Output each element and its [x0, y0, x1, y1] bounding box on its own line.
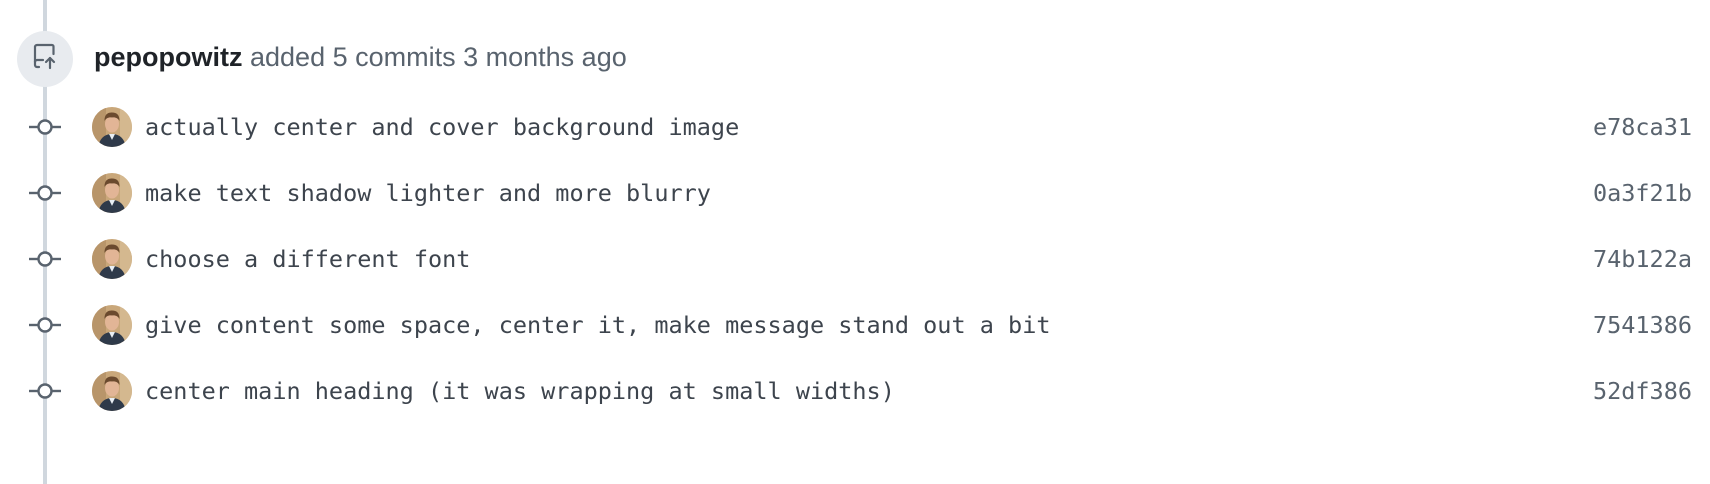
- commit-row: give content some space, center it, make…: [0, 300, 1710, 350]
- push-event-header: pepopowitz added 5 commits 3 months ago: [94, 38, 627, 76]
- commit-sha-link[interactable]: 0a3f21b: [1593, 177, 1692, 209]
- commit-message-link[interactable]: actually center and cover background ima…: [145, 111, 739, 143]
- commit-row: actually center and cover background ima…: [0, 102, 1710, 152]
- git-commit-icon: [27, 314, 63, 336]
- commit-message-link[interactable]: give content some space, center it, make…: [145, 309, 1050, 341]
- git-commit-icon: [27, 248, 63, 270]
- author-avatar[interactable]: [92, 173, 132, 213]
- author-avatar[interactable]: [92, 107, 132, 147]
- commit-sha-link[interactable]: 7541386: [1593, 309, 1692, 341]
- author-avatar[interactable]: [92, 371, 132, 411]
- commit-message-link[interactable]: choose a different font: [145, 243, 470, 275]
- commit-sha-link[interactable]: 74b122a: [1593, 243, 1692, 275]
- event-action: added 5 commits: [250, 42, 456, 72]
- git-commit-icon: [27, 380, 63, 402]
- commit-row: center main heading (it was wrapping at …: [0, 366, 1710, 416]
- commit-message-link[interactable]: center main heading (it was wrapping at …: [145, 375, 895, 407]
- author-link[interactable]: pepopowitz: [94, 42, 242, 72]
- author-avatar[interactable]: [92, 239, 132, 279]
- commit-message-link[interactable]: make text shadow lighter and more blurry: [145, 177, 711, 209]
- commit-sha-link[interactable]: e78ca31: [1593, 111, 1692, 143]
- repo-push-icon: [30, 42, 60, 77]
- git-commit-icon: [27, 182, 63, 204]
- author-avatar[interactable]: [92, 305, 132, 345]
- commit-row: make text shadow lighter and more blurry…: [0, 168, 1710, 218]
- git-commit-icon: [27, 116, 63, 138]
- event-timestamp[interactable]: 3 months ago: [463, 42, 627, 72]
- commit-sha-link[interactable]: 52df386: [1593, 375, 1692, 407]
- commit-row: choose a different font 74b122a: [0, 234, 1710, 284]
- push-event-badge: [17, 31, 73, 87]
